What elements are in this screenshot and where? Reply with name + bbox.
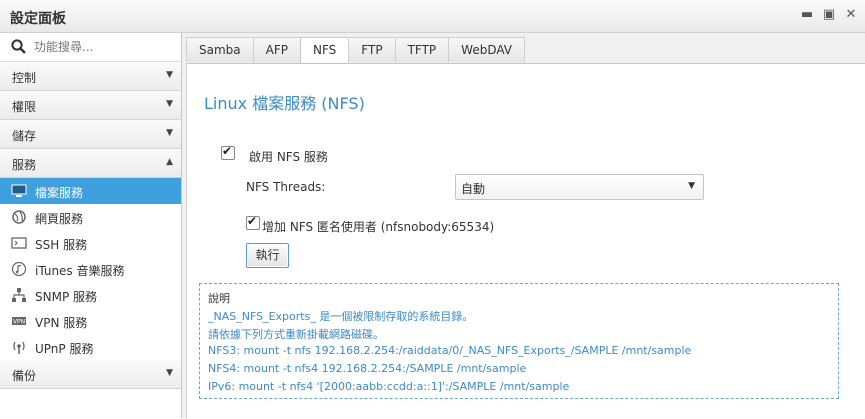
search-icon <box>11 39 26 54</box>
sidebar-item-label: UPnP 服務 <box>35 342 94 356</box>
category-backup[interactable]: 備份 ▼ <box>0 360 181 389</box>
category-label: 控制 <box>12 71 37 85</box>
category-label: 權限 <box>12 100 37 114</box>
sidebar-item-web-service[interactable]: 網頁服務 <box>0 204 181 230</box>
category-services[interactable]: 服務 ▲ <box>0 149 181 178</box>
sidebar-item-file-service[interactable]: 檔案服務 <box>0 178 181 204</box>
window-controls: ▬ ▣ ✕ <box>799 6 859 24</box>
anon-user-checkbox[interactable] <box>246 214 260 230</box>
maximize-icon[interactable]: ▣ <box>821 6 837 24</box>
tab-ftp[interactable]: FTP <box>348 37 396 62</box>
tab-webdav[interactable]: WebDAV <box>448 37 525 62</box>
chevron-down-icon: ▼ <box>166 368 173 378</box>
info-title: 說明 <box>208 292 230 305</box>
window-title: 設定面板 <box>10 11 66 27</box>
tab-bar: Samba AFP NFS FTP TFTP WebDAV <box>186 37 525 64</box>
category-permission[interactable]: 權限 ▼ <box>0 91 181 120</box>
page-title: Linux 檔案服務 (NFS) <box>204 94 365 113</box>
tab-afp[interactable]: AFP <box>252 37 301 62</box>
vpn-icon: VPN <box>12 317 26 326</box>
category-control[interactable]: 控制 ▼ <box>0 62 181 91</box>
tab-tftp[interactable]: TFTP <box>394 37 450 62</box>
sidebar-item-label: 檔案服務 <box>35 186 84 200</box>
sidebar-item-label: SNMP 服務 <box>35 290 97 304</box>
info-line: IPv6: mount -t nfs4 '[2000:aabb:ccdd:a::… <box>208 380 570 393</box>
sidebar-item-vpn-service[interactable]: VPN VPN 服務 <box>0 308 181 334</box>
category-label: 備份 <box>12 369 37 383</box>
enable-nfs-checkbox[interactable] <box>221 144 235 160</box>
sidebar-item-label: iTunes 音樂服務 <box>35 264 125 278</box>
content-area: Samba AFP NFS FTP TFTP WebDAV Linux 檔案服務… <box>182 33 865 419</box>
apply-button[interactable]: 執行 <box>246 243 289 268</box>
tab-nfs[interactable]: NFS <box>300 37 350 64</box>
chevron-down-icon: ▼ <box>166 128 173 138</box>
info-line: 請依據下列方式重新掛載網路磁碟。 <box>208 328 384 341</box>
tab-samba[interactable]: Samba <box>186 37 254 62</box>
anon-user-label: 增加 NFS 匿名使用者 (nfsnobody:65534) <box>262 220 495 234</box>
search-input[interactable] <box>32 37 176 57</box>
sidebar: 控制 ▼ 權限 ▼ 儲存 ▼ 服務 ▲ 檔案服務 網頁服務 <box>0 33 182 418</box>
nfs-threads-label: NFS Threads: <box>246 180 326 194</box>
nfs-panel: Linux 檔案服務 (NFS) 啟用 NFS 服務 NFS Threads: … <box>186 63 865 419</box>
sidebar-item-itunes-service[interactable]: iTunes 音樂服務 <box>0 256 181 282</box>
chevron-up-icon: ▲ <box>166 157 173 167</box>
sidebar-item-label: SSH 服務 <box>35 238 88 252</box>
category-storage[interactable]: 儲存 ▼ <box>0 120 181 149</box>
svg-text:VPN: VPN <box>13 319 25 326</box>
chevron-down-icon: ▼ <box>688 181 695 191</box>
search-box <box>0 33 181 62</box>
terminal-icon <box>11 237 27 249</box>
minimize-icon[interactable]: ▬ <box>799 6 815 24</box>
title-bar: 設定面板 ▬ ▣ ✕ <box>0 0 865 33</box>
nfs-threads-value: 自動 <box>461 182 486 196</box>
chevron-down-icon: ▼ <box>166 99 173 109</box>
info-box: 說明 _NAS_NFS_Exports_ 是一個被限制存取的系統目錄。 請依據下… <box>199 283 839 399</box>
chevron-down-icon: ▼ <box>166 70 173 80</box>
sidebar-item-label: VPN 服務 <box>35 316 88 330</box>
info-line: NFS3: mount -t nfs 192.168.2.254:/raidda… <box>208 344 692 357</box>
monitor-icon <box>11 184 27 197</box>
info-line: NFS4: mount -t nfs4 192.168.2.254:/SAMPL… <box>208 362 527 375</box>
info-line: _NAS_NFS_Exports_ 是一個被限制存取的系統目錄。 <box>208 310 474 323</box>
antenna-icon <box>13 341 25 354</box>
network-tree-icon <box>12 288 26 302</box>
enable-nfs-label: 啟用 NFS 服務 <box>249 150 328 164</box>
sidebar-item-label: 網頁服務 <box>35 212 84 226</box>
category-label: 服務 <box>12 158 37 172</box>
sidebar-item-upnp-service[interactable]: UPnP 服務 <box>0 334 181 360</box>
settings-window: 設定面板 ▬ ▣ ✕ 控制 ▼ 權限 ▼ 儲存 ▼ 服務 ▲ <box>0 0 865 419</box>
nfs-threads-select[interactable]: 自動 ▼ <box>455 174 704 200</box>
music-note-icon <box>11 261 27 277</box>
close-icon[interactable]: ✕ <box>843 6 859 24</box>
sidebar-item-ssh-service[interactable]: SSH 服務 <box>0 230 181 256</box>
category-label: 儲存 <box>12 129 37 143</box>
sidebar-item-snmp-service[interactable]: SNMP 服務 <box>0 282 181 308</box>
globe-icon <box>12 210 26 224</box>
